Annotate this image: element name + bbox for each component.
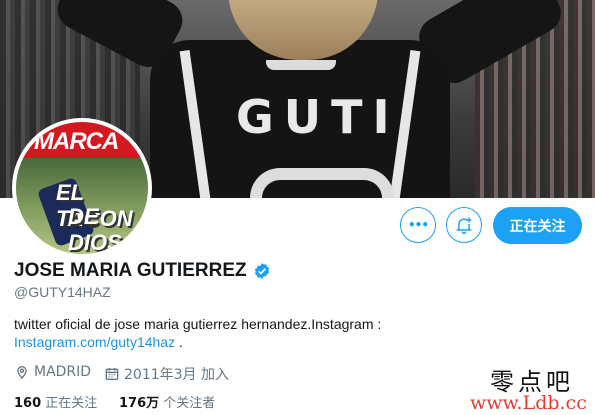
- more-icon: •••: [407, 218, 429, 232]
- followers-count: 176万: [119, 396, 160, 411]
- profile-name: JOSE MARIA GUTIERREZ: [14, 260, 247, 281]
- following-stat[interactable]: 160 正在关注: [14, 392, 97, 411]
- jersey-number: [250, 168, 394, 198]
- following-button[interactable]: 正在关注: [493, 207, 582, 244]
- avatar-headline-2: DE DIOS: [68, 204, 122, 255]
- location-text: MADRID: [34, 364, 92, 380]
- verified-badge-icon: [254, 263, 269, 279]
- followers-stat[interactable]: 176万 个关注者: [119, 392, 215, 411]
- join-date-text: 2011年3月 加入: [124, 367, 229, 383]
- calendar-icon: [105, 368, 119, 380]
- profile-bio-line: twitter oficial de jose maria gutierrez …: [14, 316, 382, 332]
- profile-name-row: JOSE MARIA GUTIERREZ: [14, 260, 271, 282]
- location-pin-icon: [17, 366, 27, 379]
- watermark-url: www.Ldb.cc: [470, 392, 587, 414]
- bell-plus-icon: [456, 217, 472, 235]
- instagram-link[interactable]: Instagram.com/guty14haz: [14, 334, 175, 350]
- jersey-collar: [266, 60, 336, 70]
- profile-handle: @GUTY14HAZ: [14, 284, 111, 300]
- bio-suffix: .: [175, 334, 183, 350]
- following-label: 正在关注: [45, 396, 98, 411]
- jersey-name: GUTI: [236, 90, 400, 144]
- profile-bio-link-row: Instagram.com/guty14haz .: [14, 334, 183, 350]
- notifications-button[interactable]: [446, 207, 482, 243]
- avatar[interactable]: MARCA EL TACON DE DIOS: [12, 118, 152, 258]
- following-count: 160: [14, 396, 42, 411]
- more-options-button[interactable]: •••: [400, 207, 436, 243]
- profile-join-date: 2011年3月 加入: [104, 364, 229, 384]
- profile-location: MADRID: [14, 364, 91, 380]
- followers-label: 个关注者: [163, 396, 216, 411]
- avatar-masthead-text: MARCA: [34, 128, 119, 155]
